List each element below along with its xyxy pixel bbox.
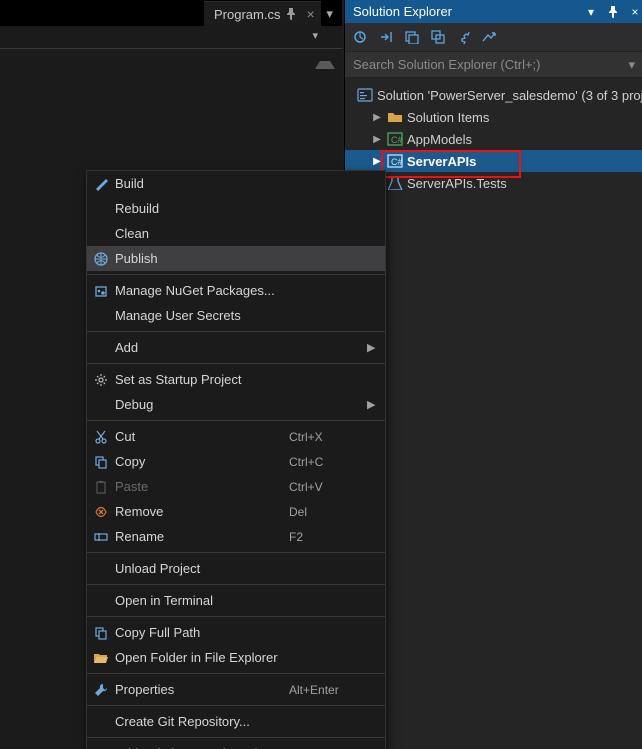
- test-project-icon: [387, 175, 403, 191]
- menu-remove[interactable]: RemoveDel: [87, 499, 385, 524]
- submenu-arrow-icon: ▶: [367, 398, 385, 411]
- tree-node-solution-items[interactable]: ▶ Solution Items: [345, 106, 642, 128]
- tab-overflow-dropdown[interactable]: ▾: [321, 2, 339, 26]
- menu-separator: [87, 274, 385, 275]
- menu-separator: [87, 737, 385, 738]
- gear-icon: [87, 373, 115, 387]
- autohide-pin-icon[interactable]: [605, 4, 621, 20]
- menu-open-folder[interactable]: Open Folder in File Explorer: [87, 645, 385, 670]
- document-tab-bar: Program.cs × ▾: [0, 0, 342, 26]
- solution-tree: Solution 'PowerServer_salesdemo' (3 of 3…: [345, 78, 642, 194]
- search-dropdown-icon[interactable]: ▾: [628, 57, 635, 73]
- menu-copy-full-path[interactable]: Copy Full Path: [87, 620, 385, 645]
- menu-properties[interactable]: PropertiesAlt+Enter: [87, 677, 385, 702]
- rename-icon: [87, 530, 115, 544]
- solution-explorer-title: Solution Explorer: [353, 4, 452, 19]
- solution-explorer-toolbar: [345, 23, 642, 52]
- expand-caret-icon[interactable]: ▶: [371, 156, 383, 167]
- solution-icon: [357, 87, 373, 103]
- menu-build[interactable]: Build: [87, 171, 385, 196]
- menu-separator: [87, 420, 385, 421]
- window-menu-icon[interactable]: ▾: [583, 4, 599, 20]
- tree-node-appmodels[interactable]: ▶ C# AppModels: [345, 128, 642, 150]
- node-label: AppModels: [407, 132, 472, 147]
- nuget-icon: [87, 284, 115, 298]
- pin-icon[interactable]: [286, 8, 296, 20]
- build-icon: [87, 177, 115, 191]
- copy-path-icon: [87, 626, 115, 640]
- sync-icon[interactable]: [377, 28, 395, 46]
- menu-cut[interactable]: CutCtrl+X: [87, 424, 385, 449]
- folder-icon: [387, 109, 403, 125]
- menu-set-startup[interactable]: Set as Startup Project: [87, 367, 385, 392]
- svg-text:C#: C#: [391, 157, 403, 167]
- menu-publish[interactable]: Publish: [87, 246, 385, 271]
- menu-create-git[interactable]: Create Git Repository...: [87, 709, 385, 734]
- close-panel-icon[interactable]: ×: [627, 4, 642, 20]
- solution-explorer-titlebar[interactable]: Solution Explorer ▾ ×: [345, 0, 642, 23]
- menu-manage-nuget[interactable]: Manage NuGet Packages...: [87, 278, 385, 303]
- menu-manage-secrets[interactable]: Manage User Secrets: [87, 303, 385, 328]
- collapse-all-icon[interactable]: [429, 28, 447, 46]
- copy-icon: [87, 455, 115, 469]
- expand-caret-icon[interactable]: ▶: [371, 134, 383, 145]
- tree-node-serverapis[interactable]: ▶ C# ServerAPIs: [345, 150, 642, 172]
- document-tab-program-cs[interactable]: Program.cs ×: [204, 1, 321, 26]
- folder-open-icon: [87, 652, 115, 664]
- csproj-icon: C#: [387, 153, 403, 169]
- csproj-icon: C#: [387, 131, 403, 147]
- node-label: Solution Items: [407, 110, 489, 125]
- refresh-icon[interactable]: [403, 28, 421, 46]
- submenu-arrow-icon: ▶: [367, 341, 385, 354]
- properties-icon[interactable]: [455, 28, 473, 46]
- scroll-up-icon[interactable]: [315, 51, 335, 69]
- solution-explorer-search[interactable]: Search Solution Explorer (Ctrl+;) ▾: [345, 52, 642, 78]
- menu-add-svn[interactable]: Add Solution to Subversion...: [87, 741, 385, 749]
- solution-explorer-panel: Solution Explorer ▾ × Search Solution Ex…: [344, 0, 642, 749]
- solution-label: Solution 'PowerServer_salesdemo' (3 of 3…: [377, 88, 642, 103]
- menu-separator: [87, 552, 385, 553]
- close-tab-icon[interactable]: ×: [306, 6, 314, 22]
- menu-separator: [87, 584, 385, 585]
- editor-navigation-bar[interactable]: ▾: [0, 26, 342, 49]
- menu-separator: [87, 673, 385, 674]
- svg-text:C#: C#: [391, 135, 403, 145]
- menu-rename[interactable]: RenameF2: [87, 524, 385, 549]
- menu-separator: [87, 331, 385, 332]
- home-icon[interactable]: [351, 28, 369, 46]
- menu-separator: [87, 363, 385, 364]
- solution-root-node[interactable]: Solution 'PowerServer_salesdemo' (3 of 3…: [345, 84, 642, 106]
- menu-debug[interactable]: Debug▶: [87, 392, 385, 417]
- paste-icon: [87, 480, 115, 494]
- menu-copy[interactable]: CopyCtrl+C: [87, 449, 385, 474]
- node-label: ServerAPIs.Tests: [407, 176, 507, 191]
- menu-rebuild[interactable]: Rebuild: [87, 196, 385, 221]
- preview-icon[interactable]: [481, 28, 499, 46]
- expand-caret-icon[interactable]: ▶: [371, 112, 383, 123]
- dropdown-icon[interactable]: ▾: [312, 29, 318, 42]
- menu-open-terminal[interactable]: Open in Terminal: [87, 588, 385, 613]
- cut-icon: [87, 430, 115, 444]
- menu-add[interactable]: Add▶: [87, 335, 385, 360]
- node-label: ServerAPIs: [407, 154, 476, 169]
- menu-separator: [87, 616, 385, 617]
- search-placeholder-text: Search Solution Explorer (Ctrl+;): [353, 57, 628, 72]
- menu-paste: PasteCtrl+V: [87, 474, 385, 499]
- tab-filename: Program.cs: [214, 7, 280, 22]
- menu-separator: [87, 705, 385, 706]
- menu-clean[interactable]: Clean: [87, 221, 385, 246]
- tree-node-serverapis-tests[interactable]: ▶ ServerAPIs.Tests: [345, 172, 642, 194]
- project-context-menu: Build Rebuild Clean Publish Manage NuGet…: [86, 170, 386, 749]
- publish-icon: [87, 252, 115, 266]
- wrench-icon: [87, 683, 115, 697]
- menu-unload-project[interactable]: Unload Project: [87, 556, 385, 581]
- remove-icon: [87, 505, 115, 519]
